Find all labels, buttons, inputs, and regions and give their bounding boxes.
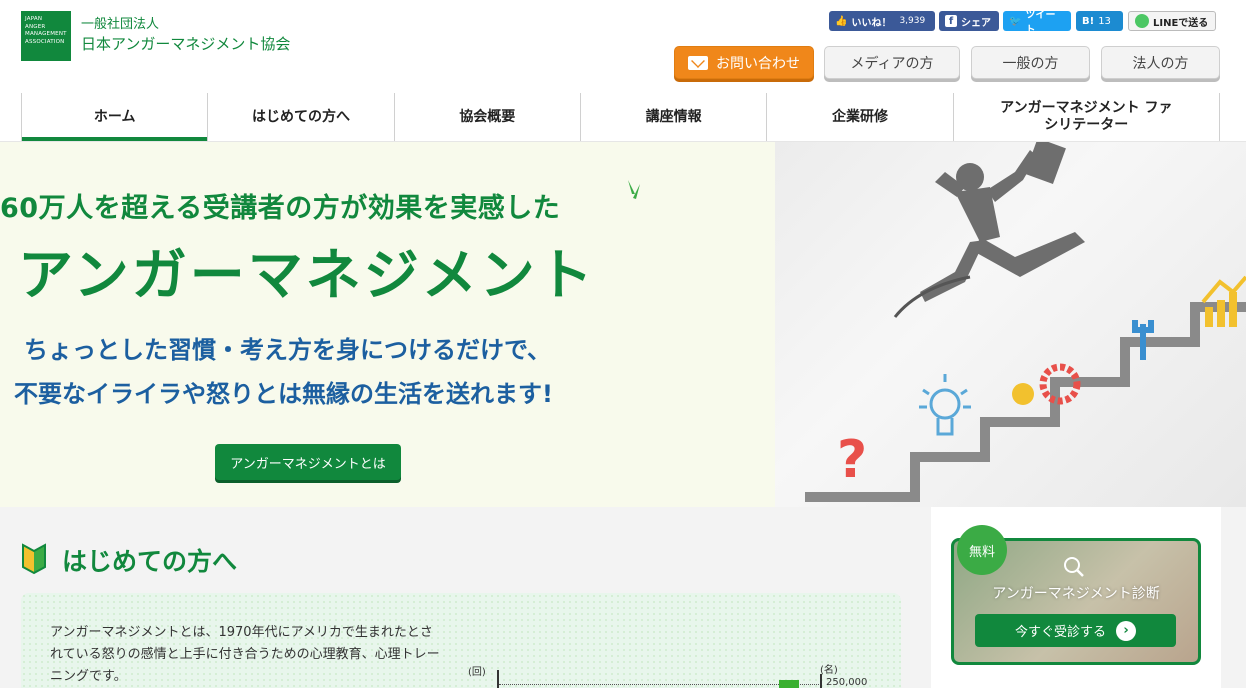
nav-item-corporate-training[interactable]: 企業研修 bbox=[766, 93, 952, 141]
hero-banner: ? 60万人を超える受講者の方が効果を実感した アンガーマネジメント ちょっとし… bbox=[0, 142, 1246, 507]
graph-left-axis bbox=[497, 670, 499, 688]
facebook-like-button[interactable]: 👍 いいね！ 3,939 bbox=[829, 11, 935, 31]
hero-subtext-2: 不要なイライラや怒りとは無縁の生活を送れます! bbox=[14, 380, 553, 408]
graph-right-axis bbox=[820, 674, 822, 688]
hero-headline-small: 60万人を超える受講者の方が効果を実感した bbox=[0, 193, 561, 224]
mail-icon bbox=[688, 55, 708, 70]
association-logo[interactable]: JAPAN ANGER MANAGEMENT ASSOCIATION bbox=[21, 11, 71, 61]
line-share-button[interactable]: LINEで送る bbox=[1128, 11, 1216, 31]
sparkle-icon bbox=[628, 180, 640, 199]
facebook-share-button[interactable]: f シェア bbox=[939, 11, 999, 31]
free-badge: 無料 bbox=[957, 525, 1007, 575]
corporate-button[interactable]: 法人の方 bbox=[1101, 46, 1220, 79]
twitter-bird-icon: 🐦 bbox=[1009, 15, 1022, 27]
nav-item-beginners[interactable]: はじめての方へ bbox=[207, 93, 393, 141]
hero-illustration: ? bbox=[775, 142, 1246, 507]
facebook-icon: f bbox=[945, 15, 957, 27]
take-diagnosis-button[interactable]: 今すぐ受診する › bbox=[975, 614, 1176, 647]
nav-item-home[interactable]: ホーム bbox=[21, 93, 208, 141]
org-type: 一般社団法人 bbox=[81, 17, 160, 32]
line-icon bbox=[1135, 14, 1149, 28]
fb-like-label: いいね！ bbox=[851, 17, 892, 29]
hero-subtext-1: ちょっとした習慣・考え方を身につけるだけで、 bbox=[24, 336, 552, 364]
graph-bar bbox=[779, 680, 799, 688]
hatena-label: B! bbox=[1082, 15, 1095, 27]
section-title: はじめての方へ bbox=[62, 547, 238, 576]
general-button[interactable]: 一般の方 bbox=[971, 46, 1090, 79]
main-nav: ホーム はじめての方へ 協会概要 講座情報 企業研修 アンガーマネジメント ファ… bbox=[21, 93, 1220, 141]
beginner-mark-icon bbox=[22, 543, 46, 575]
fb-like-count: 3,939 bbox=[899, 16, 926, 26]
tweet-label: ツイート bbox=[1025, 10, 1056, 36]
hatena-bookmark-button[interactable]: B! 13 bbox=[1076, 11, 1123, 31]
what-is-anger-management-button[interactable]: アンガーマネジメントとは bbox=[215, 444, 401, 480]
graph-tick-label: 250,000 bbox=[826, 677, 868, 688]
chevron-right-icon: › bbox=[1116, 620, 1136, 641]
graph-right-unit: (名) bbox=[820, 665, 838, 676]
media-button[interactable]: メディアの方 bbox=[824, 46, 960, 79]
diagnosis-title: アンガーマネジメント診断 bbox=[992, 586, 1160, 602]
contact-button[interactable]: お問い合わせ bbox=[674, 46, 814, 79]
contact-label: お問い合わせ bbox=[716, 55, 800, 72]
svg-text:?: ? bbox=[837, 430, 867, 490]
graph-gridline bbox=[499, 684, 819, 685]
take-diagnosis-label: 今すぐ受診する bbox=[1014, 625, 1106, 640]
thumbs-up-icon: 👍 bbox=[835, 15, 848, 27]
hatena-count: 13 bbox=[1098, 15, 1111, 27]
fb-share-label: シェア bbox=[961, 17, 991, 29]
org-name[interactable]: 日本アンガーマネジメント協会 bbox=[81, 33, 290, 54]
line-label: LINEで送る bbox=[1153, 17, 1209, 29]
nav-item-about[interactable]: 協会概要 bbox=[393, 93, 580, 141]
nav-item-courses[interactable]: 講座情報 bbox=[579, 93, 766, 141]
nav-item-facilitator[interactable]: アンガーマネジメント ファシリテーター bbox=[952, 93, 1220, 141]
intro-text: アンガーマネジメントとは、1970年代にアメリカで生まれたとされている怒りの感情… bbox=[50, 625, 440, 684]
search-icon bbox=[1064, 557, 1084, 577]
stairs-illustration: ? bbox=[805, 142, 1246, 502]
graph-left-unit: (回) bbox=[468, 667, 486, 678]
hero-headline-large: アンガーマネジメント bbox=[18, 243, 596, 307]
tweet-button[interactable]: 🐦 ツイート bbox=[1003, 10, 1071, 36]
